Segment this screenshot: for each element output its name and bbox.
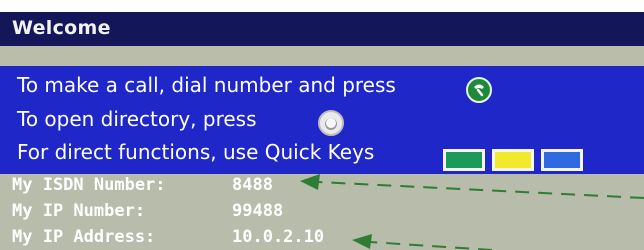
isdn-pointer-arrow xyxy=(317,181,644,199)
isdn-arrowhead-icon xyxy=(300,174,320,190)
ip-address-arrowhead-icon xyxy=(352,234,372,249)
ip-address-pointer-arrow xyxy=(369,241,493,250)
annotation-arrows xyxy=(300,174,644,250)
